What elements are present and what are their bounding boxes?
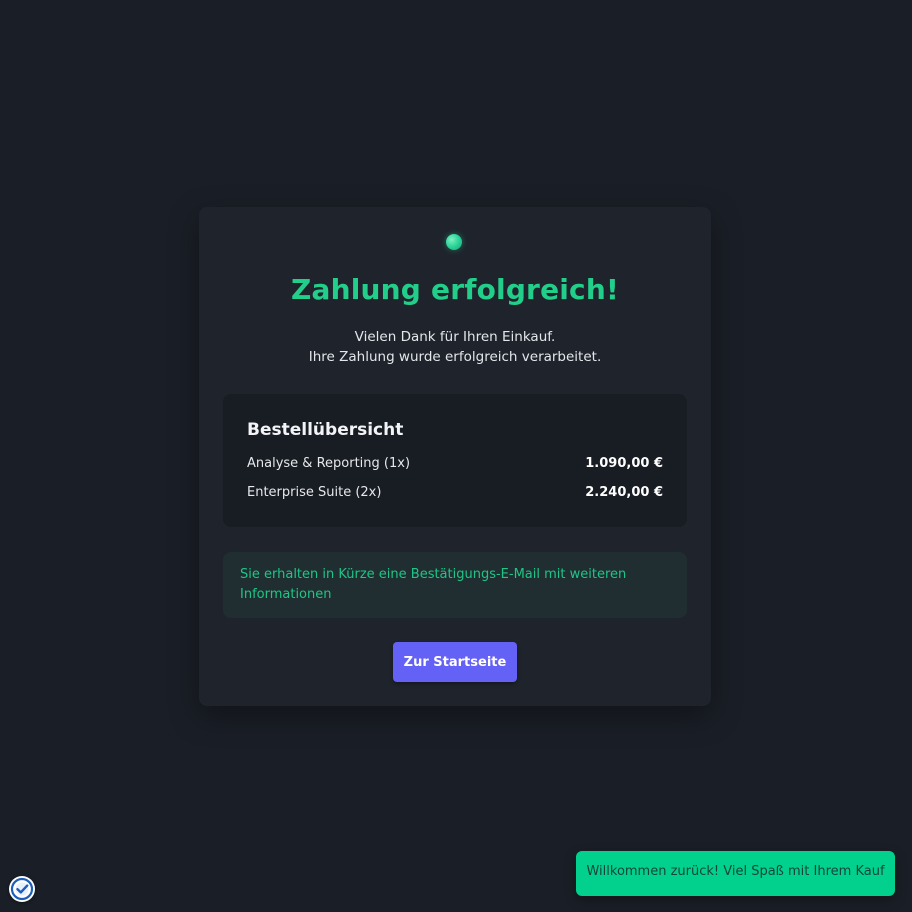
success-dot-icon: [446, 234, 462, 250]
confirmation-email-text: Sie erhalten in Kürze eine Bestätigungs-…: [240, 567, 627, 602]
payment-processed-text: Ihre Zahlung wurde erfolgreich verarbeit…: [308, 349, 602, 365]
home-button[interactable]: Zur Startseite: [393, 642, 517, 682]
order-summary: Bestellübersicht Analyse & Reporting (1x…: [223, 394, 687, 527]
order-item-name: Analyse & Reporting (1x): [247, 456, 411, 471]
order-item: Enterprise Suite (2x) 2.240,00 €: [247, 485, 663, 505]
verified-check-icon: [10, 877, 34, 901]
payment-success-card: Zahlung erfolgreich! Vielen Dank für Ihr…: [199, 207, 711, 706]
order-summary-title: Bestellübersicht: [247, 420, 404, 440]
welcome-toast[interactable]: Willkommen zurück! Viel Spaß mit Ihrem K…: [576, 851, 895, 896]
page: Zahlung erfolgreich! Vielen Dank für Ihr…: [0, 0, 912, 912]
verified-badge[interactable]: [9, 876, 35, 902]
order-item-price: 2.240,00 €: [585, 485, 663, 500]
order-item-price: 1.090,00 €: [585, 456, 663, 471]
thank-you-text: Vielen Dank für Ihren Einkauf.: [354, 329, 556, 345]
confirmation-email-notice: Sie erhalten in Kürze eine Bestätigungs-…: [223, 552, 687, 618]
page-title: Zahlung erfolgreich!: [291, 273, 619, 306]
order-item-name: Enterprise Suite (2x): [247, 485, 382, 500]
order-item: Analyse & Reporting (1x) 1.090,00 €: [247, 456, 663, 476]
toast-message: Willkommen zurück! Viel Spaß mit Ihrem K…: [586, 864, 885, 879]
